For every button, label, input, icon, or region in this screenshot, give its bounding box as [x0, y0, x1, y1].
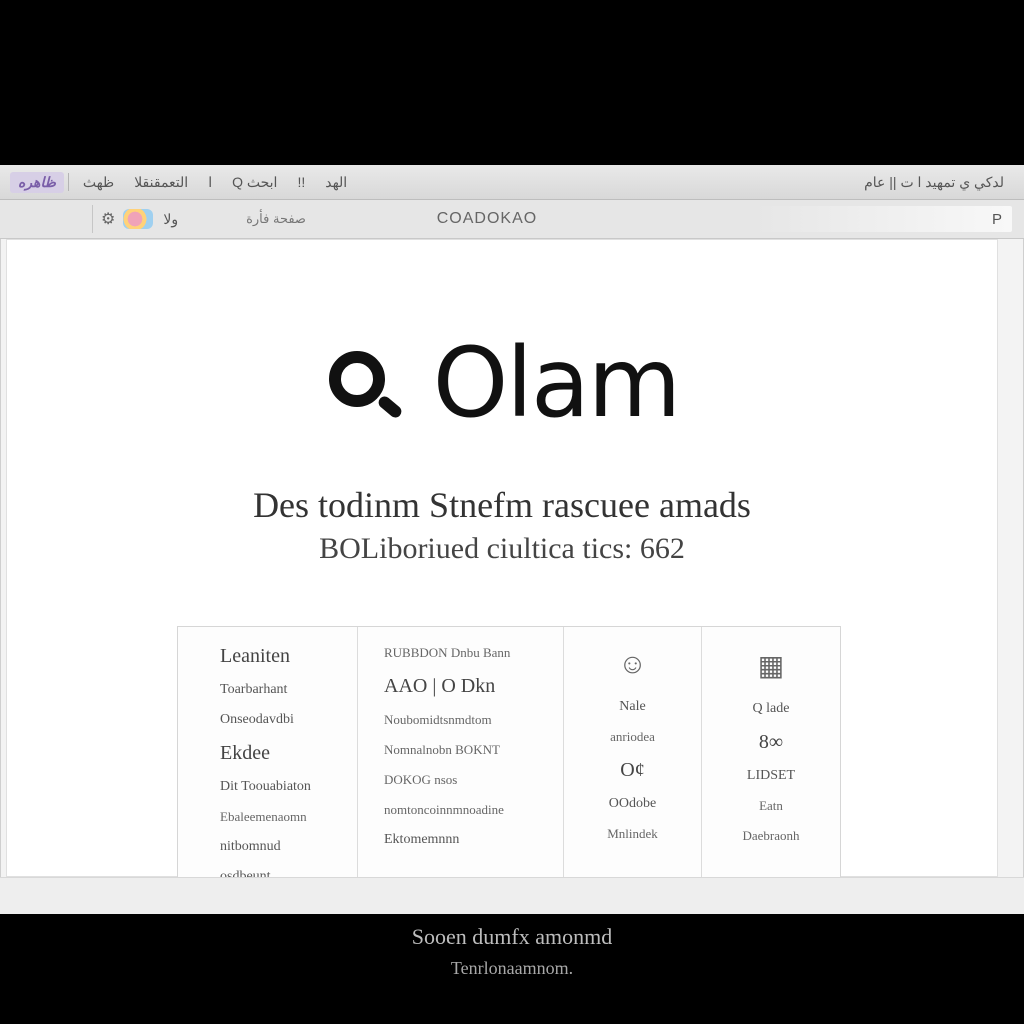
- card-text: DOKOG nsos: [384, 772, 458, 787]
- feature-card-2[interactable]: RUBBDON Dnbu Bann AAO | O Dkn Noubomidts…: [358, 627, 564, 877]
- tab-strip: ⚙ ولا: [92, 205, 186, 233]
- brand-title: Olam: [432, 327, 682, 439]
- card-text: Onseodavdbi: [220, 712, 294, 727]
- screen: ظاهره ظهث التعمقنقلا ا Q ابحث !! الهد لد…: [0, 0, 1024, 1024]
- card-text: Q lade: [752, 701, 790, 716]
- status-bar: [0, 877, 1024, 914]
- title-bar-status[interactable]: لدكي ي تمهيد ا ت || عام: [854, 174, 1014, 191]
- card-text: nitbomnud: [220, 839, 281, 854]
- card-text: Toarbarhant: [220, 682, 288, 697]
- card-text: LIDSET: [746, 768, 796, 783]
- menu-item-3[interactable]: ا: [198, 174, 222, 191]
- caption-line-2: Tenrlonaamnom.: [450, 958, 574, 978]
- card-text: nomtoncoinnmnoadine: [384, 802, 504, 817]
- gear-icon[interactable]: ⚙: [101, 209, 115, 229]
- active-tab[interactable]: صفحة فأرة: [246, 211, 306, 227]
- card-text: Ekdee: [220, 742, 270, 764]
- feature-card-3[interactable]: ☺ Nale anriodea O¢ OOdobe Mnlindek: [564, 627, 702, 877]
- card-text: O¢: [620, 759, 645, 781]
- card-text: RUBBDON Dnbu Bann: [384, 645, 511, 660]
- title-bar-right: لدكي ي تمهيد ا ت || عام: [854, 174, 1024, 191]
- hero: Olam: [7, 335, 997, 431]
- menu-item-5[interactable]: !!: [287, 174, 315, 190]
- card-text: 8∞: [758, 731, 784, 753]
- card-heading: AAO | O Dkn: [384, 675, 496, 697]
- search-field[interactable]: P: [752, 206, 1012, 232]
- card-text: Nale: [619, 699, 646, 714]
- document-icon: ▦: [757, 651, 785, 682]
- page-content: Olam Des todinm Stnefm rascuee amads BOL…: [6, 239, 998, 884]
- card-text: Dit Toouabiaton: [220, 779, 311, 794]
- feature-card-4[interactable]: ▦ Q lade 8∞ LIDSET Eatn Daebraonh: [702, 627, 840, 877]
- card-text: Eatn: [759, 798, 783, 813]
- menu-item-2[interactable]: التعمقنقلا: [124, 174, 198, 191]
- card-text: anriodea: [610, 729, 655, 744]
- search-menu-item[interactable]: Q ابحث: [222, 174, 287, 191]
- browser-window: ظاهره ظهث التعمقنقلا ا Q ابحث !! الهد لد…: [0, 165, 1024, 914]
- card-text: OOdobe: [608, 796, 657, 811]
- tagline-line-2: BOLiboriued ciultica tics: 662: [319, 532, 685, 565]
- chat-icon: ☺: [618, 649, 647, 680]
- card-text: Ektomemnnn: [384, 832, 460, 847]
- card-text: Mnlindek: [607, 826, 658, 841]
- title-bar: ظاهره ظهث التعمقنقلا ا Q ابحث !! الهد لد…: [0, 165, 1024, 200]
- card-text: Ebaleemenaomn: [220, 809, 307, 824]
- card-heading: Leaniten: [220, 645, 290, 667]
- address-bar[interactable]: COADOKAO: [342, 206, 632, 232]
- feature-card-1[interactable]: Leaniten Toarbarhant Onseodavdbi Ekdee D…: [178, 627, 358, 884]
- divider: [67, 173, 69, 191]
- toolbar: ⚙ ولا صفحة فأرة COADOKAO P: [0, 200, 1024, 239]
- feature-cards: Leaniten Toarbarhant Onseodavdbi Ekdee D…: [177, 626, 841, 884]
- card-text: Daebraonh: [742, 828, 800, 843]
- search-logo-icon: [325, 347, 397, 419]
- menu-item-6[interactable]: الهد: [315, 174, 357, 191]
- card-text: Nomnalnobn BOKNT: [384, 742, 500, 757]
- card-text: Noubomidtsnmdtom: [384, 712, 492, 727]
- app-logo-chip[interactable]: ظاهره: [10, 171, 64, 193]
- nav-label[interactable]: ولا: [163, 211, 178, 228]
- caption-line-1: Sooen dumfx amonmd: [411, 924, 613, 949]
- menu-item-1[interactable]: ظهث: [73, 174, 124, 191]
- tagline-line-1: Des todinm Stnefm rascuee amads: [253, 485, 751, 525]
- favicon-icon: [123, 209, 154, 229]
